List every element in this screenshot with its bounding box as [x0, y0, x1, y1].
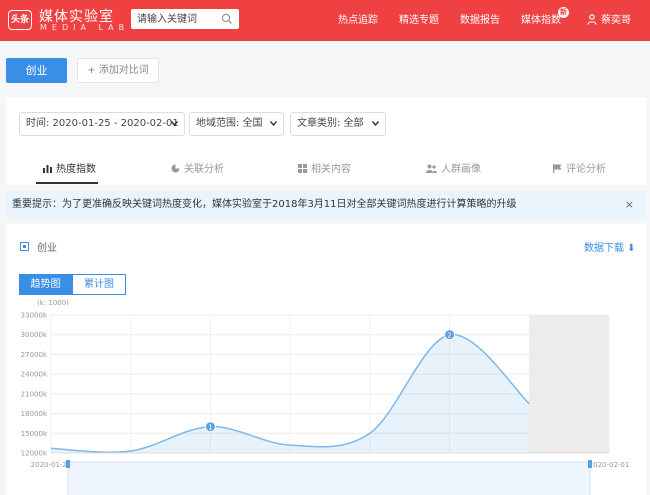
logo[interactable]: 头条: [8, 10, 32, 30]
nav-media-index[interactable]: 媒体指数: [521, 0, 561, 41]
search-icon[interactable]: [221, 13, 233, 25]
annotation-label: 1: [208, 423, 212, 431]
chevron-down-icon: [270, 121, 277, 126]
y-tick-label: 18000k: [21, 410, 48, 418]
keyword-button[interactable]: 创业: [6, 58, 67, 83]
brand-subtitle: MEDIA LAB: [40, 23, 130, 32]
slider-handle-right: [588, 460, 592, 468]
chevron-down-icon: [372, 121, 379, 126]
new-badge: 新: [558, 7, 569, 18]
nav-featured-topics[interactable]: 精选专题: [399, 0, 439, 41]
add-compare-button[interactable]: + 添加对比词: [77, 58, 159, 83]
active-tab-underline: [36, 182, 98, 184]
nav-hot-tracking[interactable]: 热点追踪: [338, 0, 378, 41]
y-tick-label: 30000k: [21, 331, 48, 339]
future-shade: [529, 315, 609, 453]
annotation-label: 2: [447, 331, 451, 339]
search-box[interactable]: [131, 9, 239, 29]
unit-label: (k: 1000): [37, 299, 69, 307]
slider-handle-left: [66, 460, 70, 468]
region-value: 地域范围: 全国: [196, 118, 263, 129]
y-tick-label: 21000k: [21, 390, 48, 398]
grid-icon: [298, 164, 307, 173]
x-tick-label: 2020-01-25: [31, 461, 72, 469]
bar-chart-icon: [43, 165, 52, 173]
tab-label: 热度指数: [56, 164, 96, 175]
x-tick-label: 2020-02-01: [589, 461, 630, 469]
tab-related-content[interactable]: 相关内容: [298, 160, 351, 175]
tab-audience-profile[interactable]: 人群画像: [426, 160, 481, 175]
search-input[interactable]: [137, 9, 217, 29]
y-tick-label: 33000k: [21, 312, 48, 320]
tab-related-analysis[interactable]: 关联分析: [171, 160, 224, 175]
y-tick-label: 24000k: [21, 371, 48, 379]
tab-label: 评论分析: [566, 164, 606, 175]
top-header: 头条 媒体实验室 MEDIA LAB 热点追踪 精选专题 数据报告 媒体指数 新…: [0, 0, 650, 41]
trend-chart: 12000k 15000k 18000k 21000k 24000k 27000k 3000…: [21, 299, 630, 495]
category-value: 文章类别: 全部: [297, 118, 364, 129]
pie-chart-icon: [171, 164, 180, 173]
tab-heat-index[interactable]: 热度指数: [43, 160, 96, 175]
nav-data-reports[interactable]: 数据报告: [460, 0, 500, 41]
chevron-down-icon: [171, 121, 178, 126]
y-axis: 12000k 15000k 18000k 21000k 24000k 27000k 3000…: [21, 312, 48, 458]
filter-panel: 时间: 2020-01-25 - 2020-02-01 地域范围: 全国 文章类…: [6, 97, 646, 185]
notice-banner: 重要提示：为了更准确反映关键词热度变化，媒体实验室于2018年3月11日对全部关…: [6, 191, 646, 218]
category-select[interactable]: 文章类别: 全部: [290, 112, 386, 136]
time-range-value: 时间: 2020-01-25 - 2020-02-01: [26, 118, 179, 129]
tab-comment-analysis[interactable]: 评论分析: [553, 160, 606, 175]
y-tick-label: 12000k: [21, 450, 48, 458]
flag-icon: [553, 164, 562, 173]
tab-label: 人群画像: [441, 164, 481, 175]
user-icon[interactable]: [587, 14, 597, 25]
people-icon: [426, 164, 437, 173]
user-name[interactable]: 蔡奕哥: [601, 0, 631, 41]
time-range-select[interactable]: 时间: 2020-01-25 - 2020-02-01: [19, 112, 185, 136]
chart-panel: 创业 数据下载 ⬇ 趋势图 累计图 12000k 15000k 18000k 2100…: [6, 224, 646, 495]
range-slider[interactable]: [66, 460, 592, 495]
close-icon[interactable]: ×: [625, 191, 634, 218]
slider-track: [67, 461, 591, 495]
tab-label: 相关内容: [311, 164, 351, 175]
tab-label: 关联分析: [184, 164, 224, 175]
notice-text: 重要提示：为了更准确反映关键词热度变化，媒体实验室于2018年3月11日对全部关…: [12, 199, 517, 210]
region-select[interactable]: 地域范围: 全国: [189, 112, 284, 136]
y-tick-label: 15000k: [21, 430, 48, 438]
y-tick-label: 27000k: [21, 351, 48, 359]
